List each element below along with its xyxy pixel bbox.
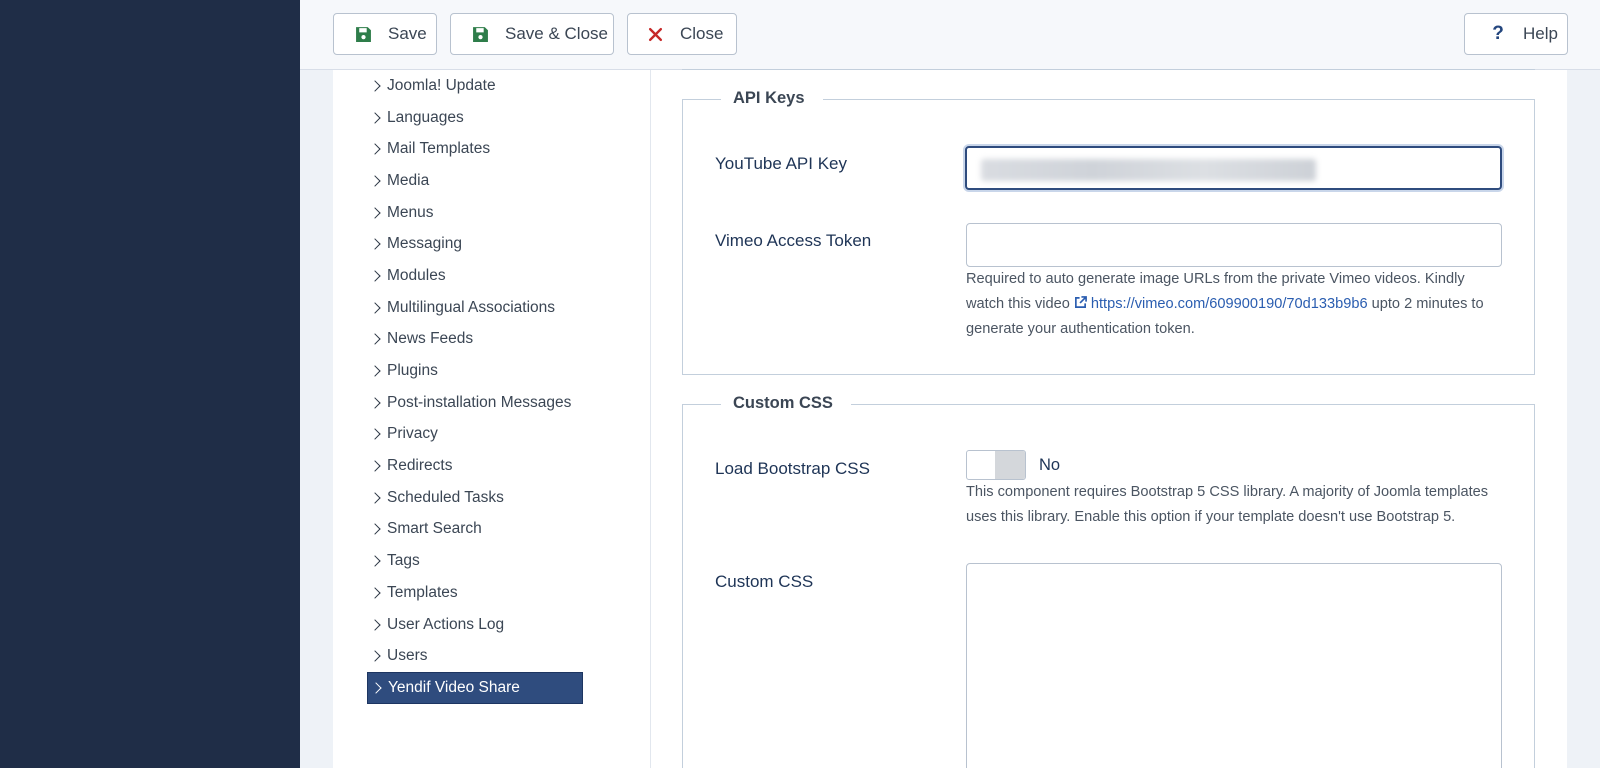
sidebar-item-mail-templates[interactable]: Mail Templates xyxy=(367,133,583,165)
chevron-right-icon xyxy=(369,270,381,282)
chevron-right-icon xyxy=(369,618,381,631)
chevron-right-icon xyxy=(369,175,381,187)
chevron-right-icon xyxy=(369,650,381,662)
help-button[interactable]: ? Help xyxy=(1464,13,1568,55)
sidebar-item-label: Yendif Video Share xyxy=(388,678,520,696)
custom-css-label: Custom CSS xyxy=(715,572,814,591)
sidebar-item-smart-search[interactable]: Smart Search xyxy=(367,514,583,546)
sidebar-item-label: Tags xyxy=(387,552,420,570)
sidebar-item-yendif-video-share[interactable]: Yendif Video Share xyxy=(367,672,583,704)
sidebar-item-label: Languages xyxy=(387,108,464,126)
save-label: Save xyxy=(388,24,427,43)
sidebar-item-modules[interactable]: Modules xyxy=(367,260,583,292)
load-bootstrap-css-value: No xyxy=(1039,456,1061,474)
sidebar-item-label: Media xyxy=(387,171,430,189)
sidebar-item-label: Modules xyxy=(387,266,446,284)
chevron-right-icon xyxy=(369,587,381,599)
youtube-api-key-value xyxy=(981,159,1316,181)
sidebar-item-label: Messaging xyxy=(387,235,462,253)
sidebar-item-templates[interactable]: Templates xyxy=(367,577,583,609)
sidebar-item-label: Menus xyxy=(387,203,434,221)
toggle-knob xyxy=(995,451,1025,479)
sidebar-item-label: Joomla! Update xyxy=(387,76,496,94)
chevron-right-icon xyxy=(369,143,381,155)
youtube-api-key-input[interactable] xyxy=(965,146,1502,190)
sidebar-item-label: Mail Templates xyxy=(387,140,491,158)
close-label: Close xyxy=(680,24,724,43)
toolbar: Save Save & Close Close ? Help xyxy=(300,0,1600,70)
sidebar-item-languages[interactable]: Languages xyxy=(367,102,583,134)
chevron-right-icon xyxy=(369,333,381,346)
chevron-right-icon xyxy=(369,301,381,314)
chevron-right-icon xyxy=(369,111,381,124)
sidebar-item-plugins[interactable]: Plugins xyxy=(367,355,583,387)
youtube-api-key-label: YouTube API Key xyxy=(715,154,848,173)
sidebar-item-media[interactable]: Media xyxy=(367,165,583,197)
sidebar-item-label: Privacy xyxy=(387,425,438,443)
save-button[interactable]: Save xyxy=(333,13,437,55)
load-bootstrap-css-label: Load Bootstrap CSS xyxy=(715,459,870,478)
vimeo-video-link[interactable]: https://vimeo.com/609900190/70d133b9b6 xyxy=(1074,296,1368,312)
column-divider xyxy=(650,70,651,768)
custom-css-textarea[interactable] xyxy=(966,563,1502,768)
custom-css-legend: Custom CSS xyxy=(721,394,851,413)
sidebar-item-privacy[interactable]: Privacy xyxy=(367,419,583,451)
section-divider xyxy=(682,69,1535,70)
vimeo-access-token-label: Vimeo Access Token xyxy=(715,231,872,250)
vimeo-help-text: Required to auto generate image URLs fro… xyxy=(966,267,1506,342)
sidebar-item-scheduled-tasks[interactable]: Scheduled Tasks xyxy=(367,482,583,514)
chevron-right-icon xyxy=(369,397,381,409)
sidebar-item-label: User Actions Log xyxy=(387,615,505,633)
save-close-label: Save & Close xyxy=(505,24,608,43)
sidebar-item-menus[interactable]: Menus xyxy=(367,197,583,229)
chevron-right-icon xyxy=(369,238,381,250)
sidebar-item-label: Multilingual Associations xyxy=(387,298,556,316)
chevron-right-icon xyxy=(369,428,381,441)
sidebar-item-news-feeds[interactable]: News Feeds xyxy=(367,324,583,356)
sidebar-item-joomla-update[interactable]: Joomla! Update xyxy=(367,70,583,102)
sidebar-item-label: Smart Search xyxy=(387,520,482,538)
sidebar-item-label: Plugins xyxy=(387,362,438,380)
help-label: Help xyxy=(1523,24,1558,43)
sidebar-item-messaging[interactable]: Messaging xyxy=(367,228,583,260)
chevron-right-icon xyxy=(369,460,381,472)
sidebar-item-label: News Feeds xyxy=(387,330,474,348)
sidebar-item-label: Post-installation Messages xyxy=(387,393,572,411)
load-bootstrap-css-toggle[interactable] xyxy=(966,450,1026,480)
chevron-right-icon xyxy=(369,555,381,567)
admin-sidebar xyxy=(0,0,300,768)
sidebar-item-label: Redirects xyxy=(387,457,453,475)
component-list: Joomla! Update Languages Mail Templates … xyxy=(367,70,583,704)
chevron-right-icon xyxy=(369,206,381,219)
vimeo-access-token-input[interactable] xyxy=(966,223,1502,267)
chevron-right-icon xyxy=(369,80,381,92)
chevron-right-icon xyxy=(370,682,382,694)
sidebar-item-tags[interactable]: Tags xyxy=(367,545,583,577)
chevron-right-icon xyxy=(369,365,381,377)
save-icon xyxy=(354,25,372,43)
save-close-button[interactable]: Save & Close xyxy=(450,13,614,55)
sidebar-item-user-actions-log[interactable]: User Actions Log xyxy=(367,609,583,641)
external-link-icon xyxy=(1074,296,1087,308)
sidebar-item-label: Scheduled Tasks xyxy=(387,488,504,506)
sidebar-item-users[interactable]: Users xyxy=(367,640,583,672)
close-icon xyxy=(646,25,664,43)
bootstrap-help-text: This component requires Bootstrap 5 CSS … xyxy=(966,484,1489,525)
sidebar-item-redirects[interactable]: Redirects xyxy=(367,450,583,482)
chevron-right-icon xyxy=(369,523,381,536)
sidebar-item-label: Users xyxy=(387,647,428,665)
vimeo-link-text: https://vimeo.com/609900190/70d133b9b6 xyxy=(1090,296,1368,312)
api-keys-legend: API Keys xyxy=(721,89,823,108)
sidebar-item-post-installation-messages[interactable]: Post-installation Messages xyxy=(367,387,583,419)
sidebar-item-label: Templates xyxy=(387,583,458,601)
sidebar-item-multilingual-associations[interactable]: Multilingual Associations xyxy=(367,292,583,324)
question-icon: ? xyxy=(1492,23,1504,44)
close-button[interactable]: Close xyxy=(627,13,737,55)
save-icon xyxy=(471,25,489,43)
chevron-right-icon xyxy=(369,492,381,504)
